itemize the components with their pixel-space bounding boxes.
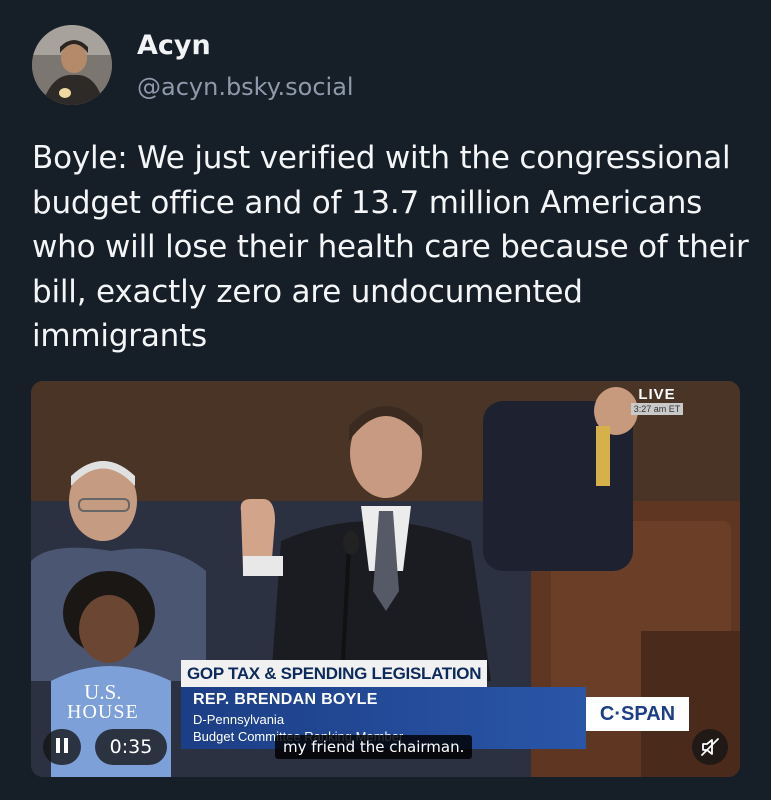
closed-caption: my friend the chairman. xyxy=(275,735,473,759)
avatar[interactable] xyxy=(32,25,112,105)
pause-button[interactable] xyxy=(43,729,81,765)
elapsed-time: 0:35 xyxy=(95,729,167,765)
cspan-logo: C·SPAN xyxy=(586,697,689,731)
speaker-muted-icon xyxy=(701,738,719,756)
user-handle[interactable]: @acyn.bsky.social xyxy=(137,73,354,101)
display-name[interactable]: Acyn xyxy=(137,30,211,61)
chyron-speaker-party: D-Pennsylvania xyxy=(193,712,285,727)
house-logo-line1: U.S. xyxy=(84,680,122,704)
video-player[interactable]: LIVE 3:27 am ET U.S. HOUSE GOP TAX & SPE… xyxy=(31,381,740,777)
chyron-speaker-name: REP. BRENDAN BOYLE xyxy=(193,691,378,708)
live-badge: LIVE 3:27 am ET xyxy=(631,386,683,415)
chyron-title: GOP TAX & SPENDING LEGISLATION xyxy=(181,660,488,687)
post-text: Boyle: We just verified with the congres… xyxy=(32,140,749,354)
live-label: LIVE xyxy=(638,386,676,403)
us-house-logo: U.S. HOUSE xyxy=(67,680,139,723)
mute-button[interactable] xyxy=(692,729,728,765)
pause-icon xyxy=(54,737,70,757)
house-logo-line2: HOUSE xyxy=(67,701,139,723)
live-timestamp: 3:27 am ET xyxy=(631,403,683,415)
